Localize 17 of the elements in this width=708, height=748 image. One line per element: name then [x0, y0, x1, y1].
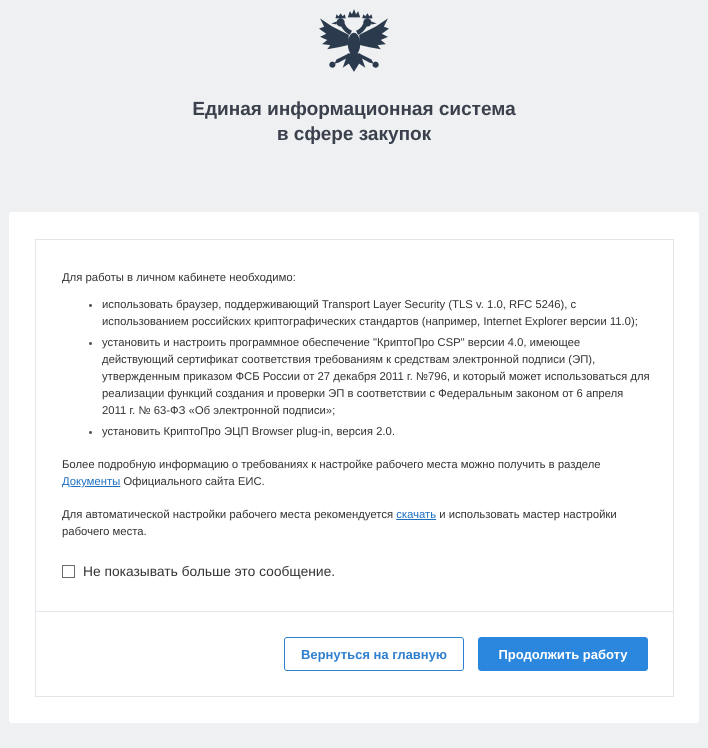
requirement-text: установить и настроить программное обеспечение "КриптоПро CSP" версии 4.0, имеющее действующий сертификат соответствия требованиям к средствам электронной подписи (ЭП), утвержденным приказом ФСБ России от 27 декабря 2011 г. №796, и который может использоваться для реализации функций создания и проверки ЭП в соответствии с Федеральным законом от 6 апреля 2011 г. № 63-ФЗ «Об электронной подписи»; [102, 336, 650, 419]
double-headed-eagle-icon [319, 9, 389, 72]
bullet-icon [89, 342, 92, 345]
requirement-text: использовать браузер, поддерживающий Transport Layer Security (TLS v. 1.0, RFC 5246), с использованием российских криптографических стандартов (например, Internet Explorer версии 11.0); [102, 298, 639, 330]
intro-text: Для работы в личном кабинете необходимо: [62, 271, 297, 286]
checkbox[interactable] [62, 565, 75, 578]
checkbox-label[interactable]: Не показывать больше это сообщение. [83, 563, 336, 580]
info-paragraph: Более подробную информацию о требованиях к настройке рабочего места можно получить в разделе Документы Официального сайта ЕИС. [62, 458, 602, 490]
action-button[interactable]: Вернуться на главную [284, 637, 464, 671]
text-link[interactable]: скачать [396, 509, 436, 521]
bullet-icon [89, 431, 92, 434]
info-paragraph: Для автоматической настройки рабочего места рекомендуется скачать и использовать мастер настройки рабочего места. [62, 508, 618, 540]
requirement-text: установить КриптоПро ЭЦП Browser plug-in, версия 2.0. [102, 425, 395, 440]
action-button[interactable]: Продолжить работу [478, 637, 648, 671]
text-link[interactable]: Документы [62, 476, 120, 488]
bullet-icon [89, 304, 92, 307]
page-title: Единая информационная система в сфере закупок [192, 98, 516, 147]
